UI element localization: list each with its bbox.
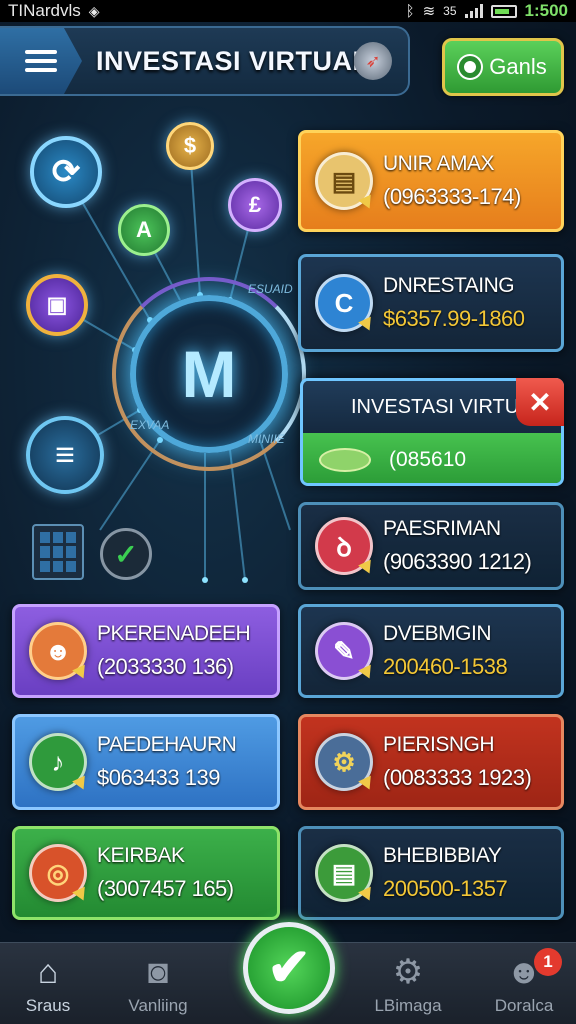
calculator-icon bbox=[32, 524, 84, 580]
card-value: 200460-1538 bbox=[383, 654, 508, 679]
investment-card-dnresting[interactable]: C DNRESTAING $6357.99-1860 bbox=[298, 254, 564, 352]
investment-card-pierisngh[interactable]: ⚙ PIERISNGH (0083333 1923) bbox=[298, 714, 564, 810]
refresh-coin-icon: C bbox=[315, 274, 373, 332]
cash-icon bbox=[319, 448, 371, 472]
clock: 1:500 bbox=[524, 1, 568, 20]
confirm-button[interactable]: ✔ bbox=[243, 922, 335, 1014]
hub-label: MINIIE bbox=[248, 432, 285, 446]
investment-card-paesriman[interactable]: ꝺ PAESRIMAN (9063390 1212) bbox=[298, 502, 564, 590]
card-value: (0963333-174) bbox=[383, 184, 521, 209]
camera-icon: ◙ bbox=[147, 952, 169, 991]
check-badge-icon: ✓ bbox=[100, 528, 152, 580]
investment-card-unir-amax[interactable]: ▤ UNIR AMAX (0963333-174) bbox=[298, 130, 564, 232]
hub-label: ESUAID bbox=[248, 282, 293, 296]
card-name: UNIR AMAX bbox=[383, 152, 495, 175]
card-name: DVEBMGIN bbox=[383, 622, 492, 645]
page-title: INVESTASI VIRTUAL bbox=[96, 45, 370, 76]
investment-card-dvebmgin[interactable]: ✎ DVEBMGIN 200460-1538 bbox=[298, 604, 564, 698]
investment-network: ⟳ $ A £ ▣ ≡ M ESUAID EXVAA MINIIE ✓ bbox=[0, 110, 306, 600]
hub-letter: M bbox=[181, 337, 237, 411]
card-name: DNRESTAING bbox=[383, 274, 515, 297]
wifi-icon: ≋ bbox=[422, 3, 436, 20]
carrier-name: TINardvls bbox=[8, 1, 81, 20]
investment-card-keirbak[interactable]: ◎ KEIRBAK (3007457 165) bbox=[12, 826, 280, 920]
nav-item-home[interactable]: ⌂ Sraus bbox=[0, 943, 96, 1024]
notes-icon: ▤ bbox=[315, 844, 373, 902]
document-icon: ▤ bbox=[315, 152, 373, 210]
box-icon[interactable]: ▣ bbox=[26, 274, 88, 336]
popup-title: INVESTASI VIRTUAL bbox=[351, 395, 544, 418]
nav-label: Vanliing bbox=[128, 996, 188, 1015]
network-label: 35 bbox=[443, 4, 457, 18]
card-value: $6357.99-1860 bbox=[383, 306, 525, 331]
card-name: PAEDEHAURN bbox=[97, 733, 237, 756]
home-icon: ⌂ bbox=[37, 952, 59, 991]
dollar-person-icon[interactable]: £ bbox=[228, 178, 282, 232]
location-icon: ◈ bbox=[88, 2, 100, 19]
close-icon[interactable]: ✕ bbox=[516, 378, 564, 426]
card-name: PAESRIMAN bbox=[383, 517, 501, 540]
gear-skull-icon: ⚙ bbox=[315, 733, 373, 791]
magic-wand-icon: ✎ bbox=[315, 622, 373, 680]
coin-scroll-icon: ◎ bbox=[29, 844, 87, 902]
dollar-coin-icon[interactable]: $ bbox=[166, 122, 214, 170]
flame-icon: ꝺ bbox=[315, 517, 373, 575]
goals-button[interactable]: Ganls bbox=[442, 38, 564, 96]
settings-icon: ⚙ bbox=[392, 953, 424, 991]
nav-label: LBimaga bbox=[374, 996, 442, 1015]
status-bar: TINardvls ◈ ᛒ ≋ 35 1:500 bbox=[0, 0, 576, 22]
investment-card-pkerenadeeh[interactable]: ☻ PKERENADEEH (2033330 136) bbox=[12, 604, 280, 698]
card-value: (0083333 1923) bbox=[383, 765, 532, 790]
target-icon bbox=[459, 56, 482, 78]
mascot-icon: ☻ bbox=[29, 622, 87, 680]
card-value: 200500-1357 bbox=[383, 876, 508, 901]
card-value: (2033330 136) bbox=[97, 654, 234, 679]
battery-icon bbox=[490, 4, 517, 18]
notification-badge: 1 bbox=[534, 948, 562, 976]
nav-label: Sraus bbox=[25, 996, 71, 1015]
card-value: (9063390 1212) bbox=[383, 549, 532, 574]
investment-card-paedehaurn[interactable]: ♪ PAEDEHAURN $063433 139 bbox=[12, 714, 280, 810]
hamburger-menu-icon bbox=[25, 45, 57, 77]
nav-item-settings[interactable]: ⚙ LBimaga bbox=[360, 943, 456, 1024]
card-name: PKERENADEEH bbox=[97, 622, 251, 645]
bluetooth-icon: ᛒ bbox=[405, 2, 415, 20]
popup-value: (085610 bbox=[389, 448, 467, 471]
card-name: PIERISNGH bbox=[383, 733, 495, 756]
menu-button[interactable] bbox=[0, 28, 82, 94]
card-value: (3007457 165) bbox=[97, 876, 234, 901]
card-name: BHEBIBBIAY bbox=[383, 844, 502, 867]
nav-label: Doralca bbox=[494, 996, 554, 1015]
signal-icon bbox=[464, 4, 483, 18]
rocket-icon: ➶ bbox=[354, 42, 392, 80]
nav-item-camera[interactable]: ◙ Vanliing bbox=[106, 943, 210, 1024]
goals-button-label: Ganls bbox=[489, 54, 547, 79]
compass-icon[interactable]: A bbox=[118, 204, 170, 256]
music-note-icon: ♪ bbox=[29, 733, 87, 791]
card-name: KEIRBAK bbox=[97, 844, 185, 867]
refresh-icon[interactable]: ⟳ bbox=[30, 136, 102, 208]
hub-label: EXVAA bbox=[130, 418, 170, 432]
investment-card-bhebibbiay[interactable]: ▤ BHEBIBBIAY 200500-1357 bbox=[298, 826, 564, 920]
card-value: $063433 139 bbox=[97, 765, 220, 790]
app-header: INVESTASI VIRTUAL ➶ bbox=[0, 26, 410, 96]
checkmark-icon: ✔ bbox=[267, 939, 311, 997]
list-icon[interactable]: ≡ bbox=[26, 416, 104, 494]
